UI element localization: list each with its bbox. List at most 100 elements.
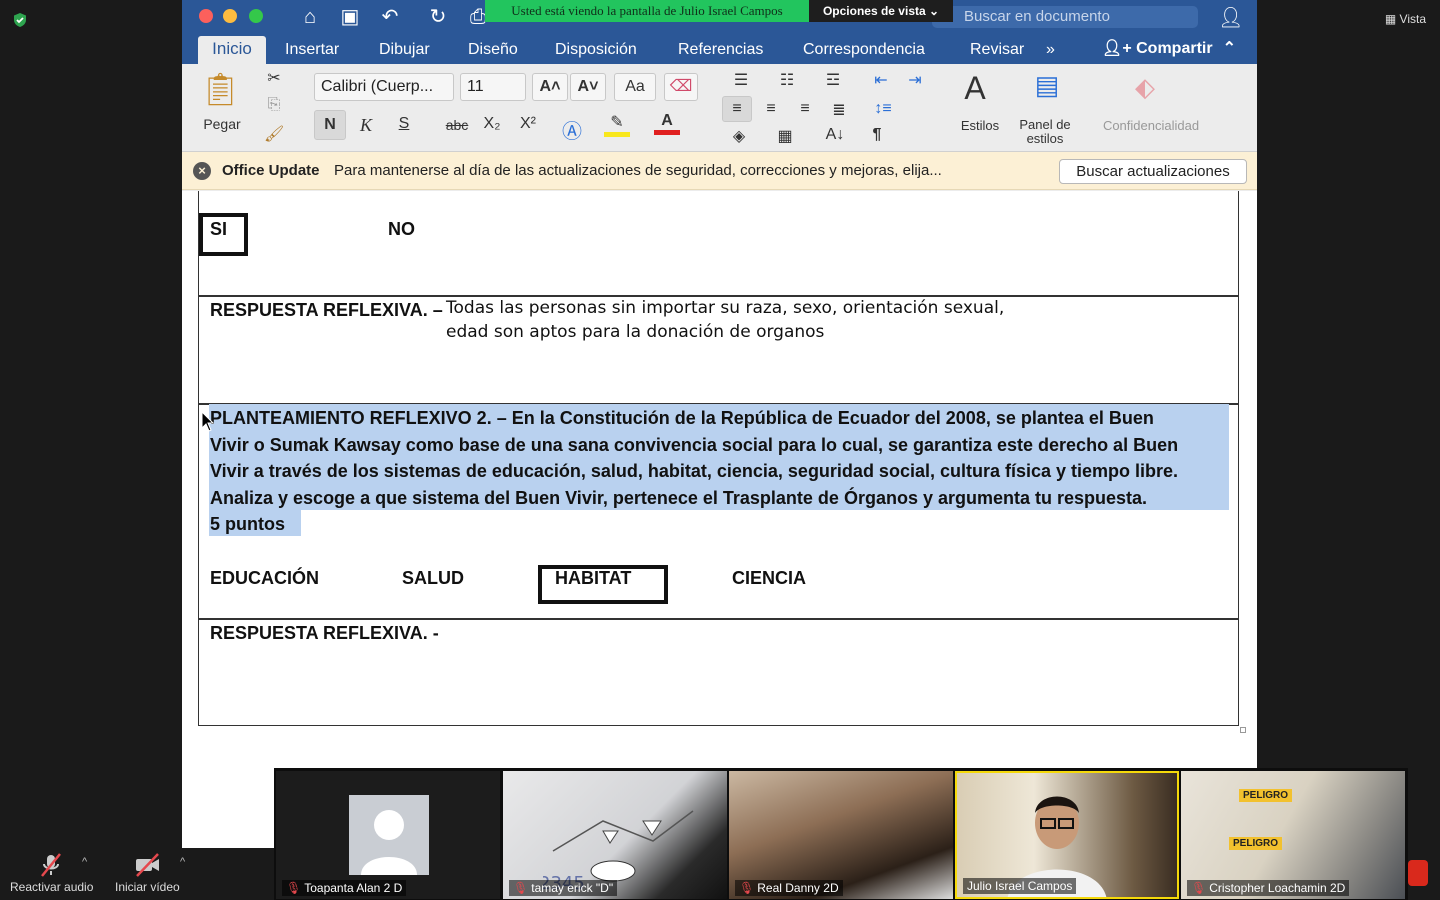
redo-icon[interactable]: ↻ [426,5,450,29]
align-right-icon[interactable]: ≡ [792,100,818,118]
italic-button[interactable]: K [354,115,378,136]
option-no: NO [388,219,415,239]
window-close-button[interactable] [199,9,213,23]
highlight-icon[interactable]: ✎ [604,112,630,137]
muted-mic-icon[interactable] [38,852,64,878]
bullets-icon[interactable]: ☰ [726,70,756,90]
clear-format-icon[interactable]: ⌫ [664,73,698,101]
sign-image: PELIGRO [1229,837,1283,850]
shading-icon[interactable]: ◈ [726,126,752,146]
participant-name: 🎙︎ Cristopher Loachamin 2D [1187,880,1350,896]
share-button[interactable]: 👤︎+ Compartir ⌃ [1102,38,1236,58]
person-plus-icon: 👤︎+ [1102,40,1137,57]
security-shield-icon[interactable] [12,12,28,28]
bold-button[interactable]: N [314,110,346,140]
notification-text: Para mantenerse al día de las actualizac… [334,162,942,179]
styles-pane-label: Panel de estilos [1019,117,1071,146]
borders-icon[interactable]: ▦ [772,126,798,146]
change-case-icon[interactable]: Aa [614,73,656,101]
start-video-label[interactable]: Iniciar vídeo [115,880,180,894]
show-marks-icon[interactable]: ¶ [866,126,888,144]
strikethrough-button[interactable]: abc [442,117,472,133]
superscript-icon[interactable]: X² [516,115,540,133]
participant-tile[interactable]: 2345 🎙︎tamay erick "D" [503,771,727,899]
decrease-indent-icon[interactable]: ⇤ [868,70,894,90]
muted-mic-icon: 🎙︎ [286,881,302,895]
view-options-button[interactable]: Opciones de vista ⌄ [809,0,953,22]
shrink-font-icon[interactable]: A˅ [570,73,606,101]
justify-icon[interactable]: ≣ [826,100,852,120]
styles-pane-icon[interactable]: ▤ [1030,70,1064,110]
view-button[interactable]: ▦ Vista [1385,12,1426,26]
numbering-icon[interactable]: ☷ [772,70,802,90]
participant-tile-active[interactable]: Julio Israel Campos [955,771,1179,899]
mouse-cursor-icon [201,411,215,432]
home-icon[interactable]: ⌂ [298,5,322,29]
line-spacing-icon[interactable]: ↕≡ [868,100,898,118]
option-si: SI [210,219,228,239]
confidential-label: Confidencialidad [1102,118,1200,133]
response-label-1: RESPUESTA REFLEXIVA. – [210,300,443,320]
text-effects-icon[interactable]: Ⓐ [560,115,584,144]
participant-tile[interactable]: 🎙︎ Real Danny 2D [729,771,953,899]
tab-disposicion[interactable]: Disposición [555,38,637,62]
person-add-icon[interactable]: 👤︎ [1218,5,1243,30]
option-salud: SALUD [402,568,464,588]
unmute-audio-label[interactable]: Reactivar audio [10,880,93,894]
end-indicator[interactable] [1408,860,1428,886]
tab-inicio[interactable]: Inicio [198,36,266,64]
table-resize-handle[interactable] [1240,727,1246,733]
paste-label: Pegar [203,116,241,132]
tab-revisar[interactable]: Revisar [970,38,1024,62]
underline-button[interactable]: S [392,115,416,133]
collapse-ribbon-icon[interactable]: ⌃ [1223,40,1236,57]
undo-icon[interactable]: ↶ [378,5,402,29]
participant-name: Julio Israel Campos [963,878,1077,894]
participant-name: 🎙︎ Toapanta Alan 2 D [282,880,407,896]
tab-referencias[interactable]: Referencias [678,38,763,62]
font-color-icon[interactable]: A [654,112,680,135]
paste-icon[interactable]: 📋︎ [200,70,241,110]
video-off-icon[interactable] [134,852,162,878]
video-frame: 2345 [543,810,694,891]
search-input[interactable]: Buscar en documento [932,6,1198,28]
document-page[interactable]: SI NO RESPUESTA REFLEXIVA. – Todas las p… [182,191,1257,848]
video-options-chevron-icon[interactable]: ^ [180,856,185,868]
font-name-select[interactable]: Calibri (Cuerp... [314,73,454,101]
default-avatar-icon [361,810,417,875]
update-notification: × Office Update Para mantenerse al día d… [182,152,1257,190]
tab-diseno[interactable]: Diseño [468,38,518,62]
participant-tile[interactable]: 🎙︎ Toapanta Alan 2 D [276,771,500,899]
check-updates-button[interactable]: Buscar actualizaciones [1059,159,1247,184]
question-line: PLANTEAMIENTO REFLEXIVO 2. – En la Const… [210,408,1154,428]
align-center-icon[interactable]: ≡ [758,100,784,118]
audio-options-chevron-icon[interactable]: ^ [82,856,87,868]
more-tabs-button[interactable]: » [1046,38,1055,62]
styles-icon[interactable]: A [954,70,996,110]
window-maximize-button[interactable] [249,9,263,23]
question-line: Vivir o Sumak Kawsay como base de una sa… [210,435,1179,455]
table-divider [198,295,1239,297]
option-educacion: EDUCACIÓN [210,568,320,588]
participant-tile[interactable]: PELIGRO PELIGRO 🎙︎ Cristopher Loachamin 2… [1181,771,1405,899]
align-left-icon[interactable]: ≡ [722,96,752,122]
copy-icon[interactable]: ⎘ [264,96,284,114]
increase-indent-icon[interactable]: ⇥ [902,70,928,90]
tab-correspondencia[interactable]: Correspondencia [803,38,925,62]
grow-font-icon[interactable]: A˄ [532,73,568,101]
save-icon[interactable]: ▣ [338,5,362,29]
window-minimize-button[interactable] [223,9,237,23]
tab-dibujar[interactable]: Dibujar [379,38,430,62]
close-icon[interactable]: × [193,162,211,180]
muted-mic-icon: 🎙︎ [739,881,755,895]
format-painter-icon[interactable]: 🖌︎ [264,124,284,144]
tab-insertar[interactable]: Insertar [285,38,339,62]
subscript-icon[interactable]: X₂ [480,115,504,133]
font-size-select[interactable]: 11 [460,73,526,101]
cut-icon[interactable]: ✂ [264,68,284,88]
question-line: Analiza y escoge a que sistema del Buen … [210,488,1148,508]
option-ciencia: CIENCIA [732,568,807,588]
question-line: Vivir a través de los sistemas de educac… [210,461,1179,481]
sort-icon[interactable]: A↓ [822,126,848,144]
multilevel-list-icon[interactable]: ☲ [818,70,848,90]
